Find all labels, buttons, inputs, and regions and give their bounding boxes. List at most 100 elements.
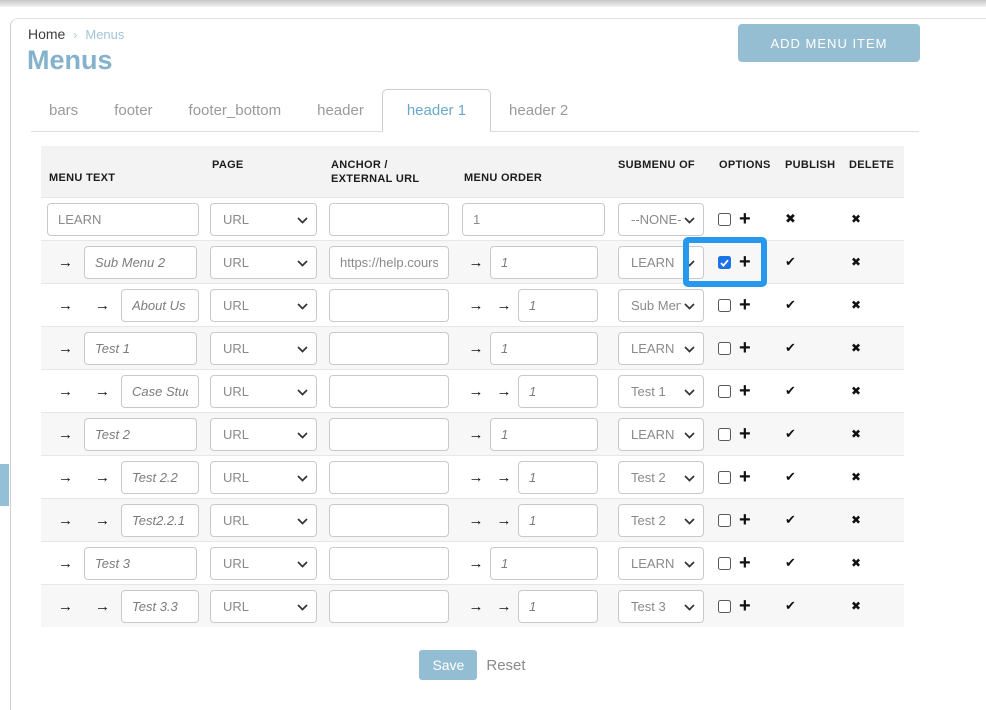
page-select[interactable]: URL xyxy=(210,504,317,537)
submenu-of-select[interactable]: --NONE-- xyxy=(618,203,704,236)
anchor-url-input[interactable] xyxy=(329,461,449,494)
tab-bars[interactable]: bars xyxy=(31,90,96,131)
menu-text-input[interactable] xyxy=(121,461,199,494)
page-select[interactable]: URL xyxy=(210,547,317,580)
add-child-icon[interactable]: + xyxy=(739,338,751,358)
menu-text-input[interactable] xyxy=(84,418,197,451)
submenu-of-select[interactable]: Test 2 xyxy=(618,461,704,494)
anchor-url-input[interactable] xyxy=(329,418,449,451)
add-child-icon[interactable]: + xyxy=(739,553,751,573)
add-menu-item-button[interactable]: ADD MENU ITEM xyxy=(738,24,920,62)
menu-order-input[interactable] xyxy=(518,289,598,322)
menu-order-input[interactable] xyxy=(462,203,605,236)
options-checkbox[interactable] xyxy=(718,600,731,613)
menu-order-input[interactable] xyxy=(490,418,598,451)
publish-toggle[interactable]: ✔ xyxy=(785,555,796,570)
submenu-of-select[interactable]: Sub Men xyxy=(618,289,704,322)
publish-toggle[interactable]: ✔ xyxy=(785,254,796,269)
delete-icon[interactable]: ✖ xyxy=(851,427,861,441)
publish-toggle[interactable]: ✔ xyxy=(785,598,796,613)
delete-icon[interactable]: ✖ xyxy=(851,341,861,355)
delete-icon[interactable]: ✖ xyxy=(851,599,861,613)
anchor-url-input[interactable] xyxy=(329,289,449,322)
page-select[interactable]: URL xyxy=(210,461,317,494)
menu-text-input[interactable] xyxy=(84,246,197,279)
anchor-url-input[interactable] xyxy=(329,203,449,236)
publish-toggle[interactable]: ✔ xyxy=(785,512,796,527)
side-drawer-handle[interactable] xyxy=(0,464,9,506)
delete-icon[interactable]: ✖ xyxy=(851,556,861,570)
menu-order-input[interactable] xyxy=(518,590,598,623)
menu-text-input[interactable] xyxy=(121,504,199,537)
menu-order-input[interactable] xyxy=(490,332,598,365)
publish-toggle[interactable]: ✔ xyxy=(785,426,796,441)
options-checkbox[interactable] xyxy=(718,557,731,570)
delete-icon[interactable]: ✖ xyxy=(851,255,861,269)
breadcrumb-current[interactable]: Menus xyxy=(85,27,124,42)
add-child-icon[interactable]: + xyxy=(739,510,751,530)
anchor-url-input[interactable] xyxy=(329,504,449,537)
delete-icon[interactable]: ✖ xyxy=(851,298,861,312)
options-checkbox[interactable] xyxy=(718,342,731,355)
page-select[interactable]: URL xyxy=(210,418,317,451)
add-child-icon[interactable]: + xyxy=(739,424,751,444)
save-button[interactable]: Save xyxy=(419,650,477,680)
menu-text-input[interactable] xyxy=(84,332,197,365)
add-child-icon[interactable]: + xyxy=(739,467,751,487)
anchor-url-input[interactable] xyxy=(329,547,449,580)
publish-toggle[interactable]: ✔ xyxy=(785,469,796,484)
publish-toggle[interactable]: ✔ xyxy=(785,297,796,312)
anchor-url-input[interactable] xyxy=(329,590,449,623)
menu-text-input[interactable] xyxy=(121,375,199,408)
menu-order-input[interactable] xyxy=(518,375,598,408)
tab-header-1[interactable]: header 1 xyxy=(382,89,491,132)
add-child-icon[interactable]: + xyxy=(739,596,751,616)
publish-toggle[interactable]: ✔ xyxy=(785,340,796,355)
page-select[interactable]: URL xyxy=(210,375,317,408)
submenu-of-select[interactable]: Test 3 xyxy=(618,590,704,623)
tab-header[interactable]: header xyxy=(299,90,382,131)
menu-text-input[interactable] xyxy=(121,590,199,623)
tab-header-2[interactable]: header 2 xyxy=(491,90,586,131)
publish-toggle[interactable]: ✔ xyxy=(785,383,796,398)
delete-icon[interactable]: ✖ xyxy=(851,212,861,226)
add-child-icon[interactable]: + xyxy=(739,381,751,401)
submenu-of-select[interactable]: LEARN xyxy=(618,418,704,451)
submenu-of-select[interactable]: Test 2 xyxy=(618,504,704,537)
delete-icon[interactable]: ✖ xyxy=(851,384,861,398)
menu-order-input[interactable] xyxy=(518,504,598,537)
page-select[interactable]: URL xyxy=(210,332,317,365)
submenu-of-select[interactable]: LEARN xyxy=(618,246,704,279)
delete-icon[interactable]: ✖ xyxy=(851,470,861,484)
breadcrumb-home-link[interactable]: Home xyxy=(28,26,65,42)
delete-icon[interactable]: ✖ xyxy=(851,513,861,527)
menu-text-input[interactable] xyxy=(84,547,197,580)
add-child-icon[interactable]: + xyxy=(739,209,751,229)
page-select[interactable]: URL xyxy=(210,590,317,623)
anchor-url-input[interactable] xyxy=(329,332,449,365)
tab-footer-bottom[interactable]: footer_bottom xyxy=(171,90,300,131)
anchor-url-input[interactable] xyxy=(329,246,449,279)
submenu-of-select[interactable]: LEARN xyxy=(618,332,704,365)
menu-order-input[interactable] xyxy=(490,246,598,279)
options-checkbox[interactable] xyxy=(718,385,731,398)
menu-order-input[interactable] xyxy=(518,461,598,494)
options-checkbox[interactable] xyxy=(718,299,731,312)
add-child-icon[interactable]: + xyxy=(739,252,751,272)
publish-toggle[interactable]: ✖ xyxy=(785,211,796,226)
options-checkbox[interactable] xyxy=(718,514,731,527)
submenu-of-select[interactable]: LEARN xyxy=(618,547,704,580)
page-select[interactable]: URL xyxy=(210,203,317,236)
tab-footer[interactable]: footer xyxy=(96,90,170,131)
options-checkbox[interactable] xyxy=(718,471,731,484)
add-child-icon[interactable]: + xyxy=(739,295,751,315)
options-checkbox[interactable] xyxy=(718,428,731,441)
menu-order-input[interactable] xyxy=(490,547,598,580)
options-checkbox[interactable] xyxy=(718,256,731,269)
menu-text-input[interactable] xyxy=(47,203,199,236)
page-select[interactable]: URL xyxy=(210,246,317,279)
submenu-of-select[interactable]: Test 1 xyxy=(618,375,704,408)
anchor-url-input[interactable] xyxy=(329,375,449,408)
page-select[interactable]: URL xyxy=(210,289,317,322)
menu-text-input[interactable] xyxy=(121,289,199,322)
